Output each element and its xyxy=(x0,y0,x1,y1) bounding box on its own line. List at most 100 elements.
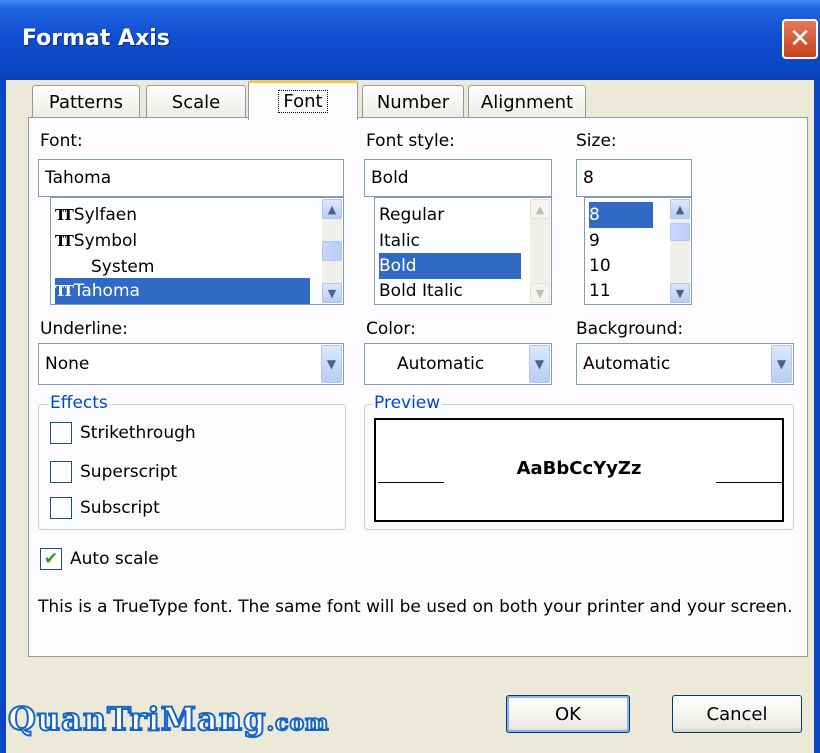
underline-label: Underline: xyxy=(40,319,128,339)
auto-scale-label[interactable]: Auto scale xyxy=(70,549,159,569)
chevron-down-icon: ▼ xyxy=(776,357,787,371)
effects-legend: Effects xyxy=(48,393,110,413)
font-list[interactable]: TT Sylfaen TT Symbol System TT Tahoma ▲ ▼ xyxy=(50,197,344,305)
strikethrough-checkbox[interactable] xyxy=(50,422,72,444)
size-list[interactable]: 8 9 10 11 ▲ ▼ xyxy=(584,197,692,305)
scroll-down-button[interactable]: ▼ xyxy=(670,283,690,303)
superscript-label[interactable]: Superscript xyxy=(80,462,177,482)
size-label: Size: xyxy=(576,131,617,151)
scroll-thumb[interactable] xyxy=(322,241,342,261)
preview-sample-text: AaBbCcYyZz xyxy=(516,458,642,479)
checkmark-icon: ✔ xyxy=(43,549,59,569)
chevron-down-icon: ▼ xyxy=(327,286,337,300)
list-item-selected[interactable]: Bold xyxy=(379,253,521,279)
window-frame-left xyxy=(0,80,6,753)
size-input[interactable]: 8 xyxy=(576,159,692,197)
color-value: Automatic xyxy=(397,354,485,374)
list-item[interactable]: TT Sylfaen xyxy=(55,202,310,228)
subscript-label[interactable]: Subscript xyxy=(80,498,160,518)
list-item[interactable]: System xyxy=(55,254,310,280)
tab-patterns[interactable]: Patterns xyxy=(32,85,140,119)
tab-label: Alignment xyxy=(480,92,574,113)
chevron-down-icon: ▼ xyxy=(535,286,545,300)
list-item-label: Tahoma xyxy=(73,281,140,301)
list-item[interactable]: 11 xyxy=(589,278,653,304)
background-label: Background: xyxy=(576,319,684,339)
truetype-info-text: This is a TrueType font. The same font w… xyxy=(38,597,793,617)
color-select[interactable]: Automatic ▼ xyxy=(364,343,552,385)
underline-dropdown-button[interactable]: ▼ xyxy=(321,345,342,383)
size-list-scrollbar[interactable]: ▲ ▼ xyxy=(670,199,690,303)
font-input[interactable]: Tahoma xyxy=(38,159,344,197)
preview-box: AaBbCcYyZz xyxy=(374,418,784,522)
tab-label: Patterns xyxy=(48,92,124,113)
watermark-logo: QuanTriMang.com xyxy=(7,699,330,739)
background-select[interactable]: Automatic ▼ xyxy=(576,343,794,385)
list-item-selected[interactable]: TT Tahoma xyxy=(55,278,310,304)
list-item-label: Symbol xyxy=(73,231,138,251)
truetype-icon: TT xyxy=(55,206,74,224)
underline-select[interactable]: None ▼ xyxy=(38,343,344,385)
scroll-up-button[interactable]: ▲ xyxy=(670,199,690,219)
list-item-label: 10 xyxy=(589,256,611,276)
font-style-label: Font style: xyxy=(366,131,455,151)
preview-baseline-left xyxy=(378,482,444,483)
list-item-label: Regular xyxy=(379,205,445,225)
scroll-down-button[interactable]: ▼ xyxy=(322,283,342,303)
chevron-up-icon: ▲ xyxy=(327,202,337,216)
list-item[interactable]: 10 xyxy=(589,253,653,279)
list-item-label: Bold xyxy=(379,256,417,276)
subscript-checkbox[interactable] xyxy=(50,497,72,519)
list-item[interactable]: Italic xyxy=(379,228,521,254)
preview-legend: Preview xyxy=(372,393,443,413)
font-style-input[interactable]: Bold xyxy=(364,159,552,197)
tab-label: Scale xyxy=(171,92,221,113)
tab-scale[interactable]: Scale xyxy=(146,85,246,119)
background-dropdown-button[interactable]: ▼ xyxy=(771,345,792,383)
scroll-thumb[interactable] xyxy=(670,223,690,241)
close-icon: ✕ xyxy=(789,24,811,54)
font-style-list-scrollbar[interactable]: ▲ ▼ xyxy=(530,199,550,303)
scroll-down-button[interactable]: ▼ xyxy=(530,283,550,303)
font-style-list[interactable]: Regular Italic Bold Bold Italic ▲ ▼ xyxy=(374,197,552,305)
list-item-label: 9 xyxy=(589,231,600,251)
list-item[interactable]: TT Symbol xyxy=(55,228,310,254)
list-item[interactable]: Bold Italic xyxy=(379,278,521,304)
superscript-checkbox[interactable] xyxy=(50,461,72,483)
tab-font[interactable]: Font xyxy=(248,80,358,120)
tab-number[interactable]: Number xyxy=(362,85,464,119)
scroll-up-button[interactable]: ▲ xyxy=(530,199,550,219)
ok-button[interactable]: OK xyxy=(506,695,630,733)
truetype-icon: TT xyxy=(55,282,74,300)
list-item[interactable]: 9 xyxy=(589,228,653,254)
tab-alignment[interactable]: Alignment xyxy=(468,85,586,119)
window-frame-right xyxy=(814,80,820,753)
watermark-main: QuanTriMang xyxy=(7,699,267,739)
chevron-down-icon: ▼ xyxy=(326,357,337,371)
list-item[interactable]: Regular xyxy=(379,202,521,228)
list-item-label: System xyxy=(91,257,155,277)
list-item-label: 8 xyxy=(589,205,600,225)
list-item-label: Sylfaen xyxy=(73,205,138,225)
background-value: Automatic xyxy=(583,354,671,374)
tab-label: Font xyxy=(278,90,328,113)
color-label: Color: xyxy=(366,319,416,339)
list-item-label: Bold Italic xyxy=(379,281,463,301)
preview-baseline-right xyxy=(716,482,782,483)
watermark-suffix: .com xyxy=(265,709,330,737)
list-item-label: 11 xyxy=(589,281,611,301)
close-button[interactable]: ✕ xyxy=(782,19,818,59)
truetype-icon: TT xyxy=(55,232,74,250)
strikethrough-label[interactable]: Strikethrough xyxy=(80,423,196,443)
font-list-scrollbar[interactable]: ▲ ▼ xyxy=(322,199,342,303)
auto-scale-checkbox[interactable]: ✔ xyxy=(40,548,62,570)
color-dropdown-button[interactable]: ▼ xyxy=(529,345,550,383)
chevron-up-icon: ▲ xyxy=(675,202,685,216)
underline-value: None xyxy=(45,354,90,374)
tab-label: Number xyxy=(376,92,450,113)
list-item-selected[interactable]: 8 xyxy=(589,202,653,228)
scroll-up-button[interactable]: ▲ xyxy=(322,199,342,219)
window-title: Format Axis xyxy=(22,26,170,51)
chevron-up-icon: ▲ xyxy=(535,202,545,216)
cancel-button[interactable]: Cancel xyxy=(672,695,802,733)
